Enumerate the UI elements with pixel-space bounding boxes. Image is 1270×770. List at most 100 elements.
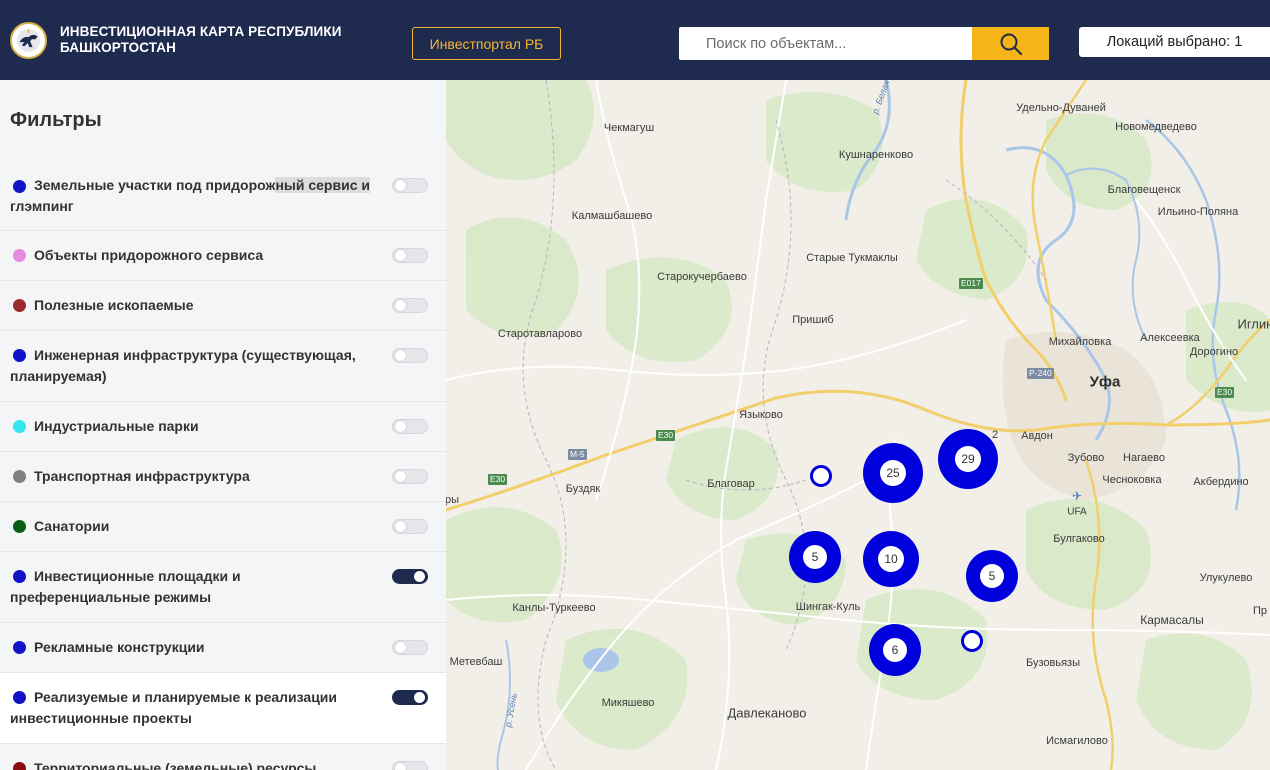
filter-item-investment-projects[interactable]: Реализуемые и планируемые к реализации и…: [0, 673, 446, 744]
filter-item-industrial-parks[interactable]: Индустриальные парки: [0, 402, 446, 452]
town-label: Кушнаренково: [838, 149, 914, 161]
road-label: P-240: [1027, 368, 1054, 379]
town-label: Новомедведево: [1115, 121, 1197, 133]
town-label: Исмагилово: [1046, 735, 1108, 747]
town-label: ры: [446, 494, 460, 506]
town-label: Нагаево: [1123, 452, 1165, 464]
map-cluster-marker[interactable]: 25: [863, 443, 923, 503]
filter-label: Инженерная инфраструктура (существующая,…: [10, 347, 356, 384]
republic-emblem-logo[interactable]: [10, 22, 47, 59]
filter-label: Санатории: [34, 518, 110, 534]
town-label: Кармасалы: [1140, 613, 1204, 627]
town-label: Старые Тукмаклы: [806, 252, 898, 264]
road-label: M-5: [568, 449, 587, 460]
filter-toggle[interactable]: [392, 569, 428, 584]
search-box: [679, 27, 1049, 60]
search-button[interactable]: [972, 27, 1049, 60]
filter-toggle[interactable]: [392, 298, 428, 313]
top-header: ИНВЕСТИЦИОННАЯ КАРТА РЕСПУБЛИКИ БАШКОРТО…: [0, 0, 1270, 80]
town-label: Улукулево: [1199, 572, 1253, 584]
map-cluster-marker[interactable]: 29: [938, 429, 998, 489]
town-label: Пришиб: [792, 314, 834, 326]
investportal-button[interactable]: Инвестпортал РБ: [412, 27, 561, 60]
filter-label: Полезные ископаемые: [34, 297, 194, 313]
cluster-count: 5: [803, 545, 827, 569]
filter-label: Транспортная инфраструктура: [34, 468, 250, 484]
filter-item-minerals[interactable]: Полезные ископаемые: [0, 281, 446, 331]
filter-toggle[interactable]: [392, 761, 428, 770]
town-label: Бузовьязы: [1026, 657, 1080, 669]
filter-item-roadside-objects[interactable]: Объекты придорожного сервиса: [0, 231, 446, 281]
town-label: Пр: [1252, 605, 1268, 617]
marker-label: 2: [991, 429, 999, 441]
cluster-count: 6: [883, 638, 907, 662]
filter-label: Реализуемые и планируемые к реализации и…: [10, 689, 338, 726]
town-label: Иглино: [1237, 316, 1270, 332]
town-label: Старокучербаево: [657, 271, 747, 283]
road-label: E30: [1215, 387, 1235, 398]
filter-label: Объекты придорожного сервиса: [34, 247, 264, 263]
locations-selected-counter[interactable]: Локаций выбрано: 1: [1079, 27, 1270, 57]
town-label: Калмашбашево: [571, 210, 653, 222]
filters-sidebar: Фильтры Земельные участки под придорожны…: [0, 80, 446, 770]
filter-label: Земельные участки под придорожный сервис…: [10, 177, 370, 214]
filter-item-sanatoriums[interactable]: Санатории: [0, 502, 446, 552]
map-cluster-marker[interactable]: 5: [966, 550, 1018, 602]
town-label: Микяшево: [601, 697, 655, 709]
filter-toggle[interactable]: [392, 640, 428, 655]
filters-title: Фильтры: [10, 109, 102, 131]
town-label: Михайловка: [1048, 336, 1112, 348]
app-title: ИНВЕСТИЦИОННАЯ КАРТА РЕСПУБЛИКИ БАШКОРТО…: [60, 24, 342, 55]
town-label: Давлеканово: [727, 705, 807, 721]
town-label: Алексеевка: [1140, 332, 1200, 344]
town-label: Ильино-Поляна: [1157, 206, 1239, 218]
town-label: Булгаково: [1053, 533, 1105, 545]
filter-toggle[interactable]: [392, 690, 428, 705]
road-label: E017: [959, 278, 983, 289]
map-cluster-marker[interactable]: 5: [789, 531, 841, 583]
cluster-count: 10: [878, 546, 904, 572]
filter-toggle[interactable]: [392, 178, 428, 193]
road-label: E30: [488, 474, 508, 485]
airport-label: UFA: [1067, 506, 1087, 518]
filter-item-transport-infrastructure[interactable]: Транспортная инфраструктура: [0, 452, 446, 502]
town-label: Буздяк: [565, 483, 601, 495]
cluster-count: 29: [955, 446, 981, 472]
town-label: Языково: [739, 409, 783, 421]
town-label: Зубово: [1067, 452, 1105, 464]
map-point-marker[interactable]: [961, 630, 983, 652]
filter-toggle[interactable]: [392, 469, 428, 484]
filter-toggle[interactable]: [392, 348, 428, 363]
airport-icon: ✈: [1071, 489, 1083, 503]
town-label-ufa: Уфа: [1089, 373, 1121, 391]
town-label: Авдон: [1021, 430, 1053, 442]
town-label: Канлы-Туркеево: [512, 602, 596, 614]
map-cluster-marker[interactable]: 10: [863, 531, 919, 587]
town-label: Благовещенск: [1107, 184, 1181, 196]
map-point-marker[interactable]: [810, 465, 832, 487]
search-input[interactable]: [679, 27, 972, 60]
town-label: Чекмагуш: [603, 122, 655, 134]
town-label: Старотавларово: [497, 328, 583, 340]
cluster-count: 25: [880, 460, 906, 486]
filter-label: Инвестиционные площадки и преференциальн…: [10, 568, 241, 605]
filter-toggle[interactable]: [392, 419, 428, 434]
filter-item-land-resources[interactable]: Территориальные (земельные) ресурсы: [0, 744, 446, 770]
filter-label: Рекламные конструкции: [34, 639, 205, 655]
filter-label: Территориальные (земельные) ресурсы: [34, 760, 317, 770]
filter-toggle[interactable]: [392, 519, 428, 534]
filter-item-investment-sites[interactable]: Инвестиционные площадки и преференциальн…: [0, 552, 446, 623]
town-label: Благовар: [707, 478, 755, 490]
filter-item-engineering-infrastructure[interactable]: Инженерная инфраструктура (существующая,…: [0, 331, 446, 402]
town-label: Удельно-Дуваней: [1016, 102, 1106, 114]
investment-map[interactable]: Чекмагуш Кушнаренково Калмашбашево Старо…: [446, 80, 1270, 770]
filter-item-roadside-land[interactable]: Земельные участки под придорожный сервис…: [0, 161, 446, 231]
town-label: Акбердино: [1193, 476, 1249, 488]
town-label: Дорогино: [1189, 346, 1239, 358]
filter-toggle[interactable]: [392, 248, 428, 263]
filter-item-advertising[interactable]: Рекламные конструкции: [0, 623, 446, 673]
map-cluster-marker[interactable]: 6: [869, 624, 921, 676]
town-label: Чесноковка: [1102, 474, 1162, 486]
filter-label: Индустриальные парки: [34, 418, 199, 434]
road-label: E30: [656, 430, 676, 441]
